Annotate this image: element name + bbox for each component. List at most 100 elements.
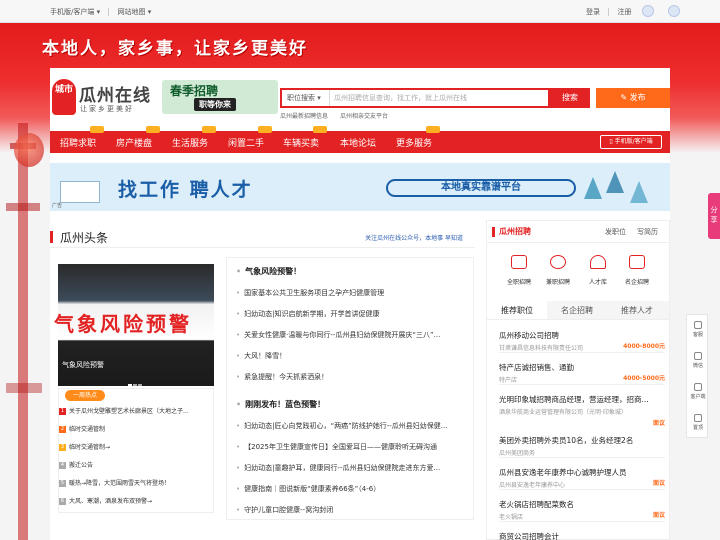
- back-to-top-button[interactable]: 置顶: [687, 414, 709, 431]
- list-item[interactable]: 2 临时交通管制: [59, 424, 213, 433]
- building-icon[interactable]: [629, 255, 645, 269]
- wechat-button[interactable]: 微信: [687, 352, 709, 369]
- job-item[interactable]: 光明印象城招聘商品经理，营运经理，招商... 酒泉华航商业运营管理有限公司（光明…: [499, 394, 665, 427]
- wechat-icon: [694, 352, 702, 360]
- client-app-button[interactable]: 客户端: [687, 383, 709, 400]
- float-label: 置顶: [692, 425, 703, 431]
- parttime-label[interactable]: 兼职招聘: [538, 277, 578, 286]
- spring-recruit-promo[interactable]: 春季招聘 职等你来: [162, 80, 278, 114]
- post-job-link[interactable]: 发职位: [605, 227, 626, 237]
- news-item[interactable]: • 妇幼动态|知识启航新学期，开学首讲促健康: [236, 309, 468, 319]
- nav-item-housing[interactable]: 房产楼盘: [116, 136, 152, 149]
- news-item[interactable]: • 紧急提醒！今天抓紧洒泉！: [236, 372, 468, 382]
- logo-badge[interactable]: 城市: [52, 79, 76, 115]
- tab-recommended-jobs[interactable]: 推荐职位: [487, 301, 547, 319]
- nav-item-cars[interactable]: 车辆买卖: [283, 136, 319, 149]
- headlines-title: 瓜州头条: [60, 231, 109, 245]
- job-item[interactable]: 老火锅店招聘配菜数名 老火锅店 面议: [499, 499, 665, 522]
- list-item[interactable]: 3 临时交通管制→: [59, 442, 213, 451]
- job-item[interactable]: 美团外卖招聘外卖员10名，业务经理2名 瓜州美团商务: [499, 435, 665, 458]
- job-title: 瓜州县安逸老年康养中心诚聘护理人员: [499, 468, 627, 477]
- float-label: 客服: [692, 332, 703, 338]
- news-item[interactable]: • 刚刚发布！蓝色预警！: [236, 399, 468, 410]
- job-item[interactable]: 瓜州县安逸老年康养中心诚聘护理人员 瓜州县安逸老年康养中心 面议: [499, 467, 665, 490]
- bullet-icon: •: [236, 464, 241, 472]
- bullet-icon: •: [236, 506, 241, 514]
- nav-item-services[interactable]: 生活服务: [172, 136, 208, 149]
- bullet-icon: •: [236, 485, 241, 493]
- wechat-login-icon[interactable]: [642, 5, 654, 17]
- carousel-dots[interactable]: [128, 379, 143, 388]
- rank-number: 4: [59, 462, 66, 469]
- bullet-icon: •: [236, 267, 242, 276]
- news-item[interactable]: • 妇幼动态|童趣护耳，健康同行--瓜州县妇幼保健院走进东方爱...: [236, 463, 468, 473]
- news-item[interactable]: • 【2025年卫生健康宣传日】全国爱耳日——健康聆听无碍沟通: [236, 442, 468, 452]
- job-company: 老火锅店: [499, 514, 524, 521]
- nav-badge: [258, 126, 272, 133]
- rank-number: 3: [59, 444, 66, 451]
- carousel-dot[interactable]: [128, 384, 132, 386]
- search-category-select[interactable]: 职位搜索 ▾: [282, 90, 330, 106]
- job-item[interactable]: 商贸公司招聘会计: [499, 531, 665, 540]
- news-item[interactable]: • 气象风险预警！: [236, 266, 468, 277]
- ad-subline: 本地真实靠谱平台: [386, 179, 576, 197]
- recruit-title[interactable]: 瓜州招聘: [499, 226, 531, 237]
- mobile-client-link[interactable]: 手机版/客户端: [50, 8, 94, 16]
- graduate-cap-icon[interactable]: [590, 255, 606, 269]
- news-item[interactable]: • 妇幼动态|匠心向党践初心，“两癌”防线护她行--瓜州县妇幼保健...: [236, 421, 468, 431]
- search-input[interactable]: 瓜州招聘信息查询，找工作，就上瓜州在线: [334, 90, 467, 106]
- list-item[interactable]: 5 暖热→降雪，大范围雨雪天气将登场！: [59, 478, 213, 487]
- recruit-panel: 瓜州招聘 发职位 写简历 全职招聘 兼职招聘 人才库 名企招聘 推荐职位 名企招…: [486, 220, 670, 540]
- clock-icon[interactable]: [550, 255, 566, 269]
- sitemap-link[interactable]: 网站地图: [118, 8, 146, 16]
- tab-recommended-talent[interactable]: 推荐人才: [621, 305, 653, 316]
- briefcase-icon[interactable]: [511, 255, 527, 269]
- divider: [499, 457, 665, 458]
- fulltime-label[interactable]: 全职招聘: [499, 277, 539, 286]
- rank-number: 6: [59, 498, 66, 505]
- nav-item-forum[interactable]: 本地论坛: [340, 136, 376, 149]
- news-item[interactable]: • 守护儿童口腔健康--窝沟封闭: [236, 505, 468, 515]
- top-left-links: 手机版/客户端 ▾ 网站地图 ▾: [50, 8, 152, 16]
- customer-service-button[interactable]: 客服: [687, 321, 709, 338]
- news-item[interactable]: • 关爱女性健康·温暖与你同行--瓜州县妇幼保健院开展庆“三八”...: [236, 330, 468, 340]
- mobile-client-button[interactable]: ▯ 手机版/客户端: [600, 135, 662, 149]
- nav-item-secondhand[interactable]: 闲置二手: [228, 136, 264, 149]
- write-resume-link[interactable]: 写简历: [637, 227, 658, 237]
- hot-link[interactable]: 瓜州相亲交友平台: [340, 111, 388, 120]
- news-item[interactable]: • 国家基本公共卫生服务项目之孕产妇健康管理: [236, 288, 468, 298]
- share-button[interactable]: 分享: [708, 193, 720, 239]
- list-item[interactable]: 4 搬迁公告: [59, 460, 213, 469]
- ad-banner[interactable]: 找工作 聘人才 本地真实靠谱平台 广告: [50, 163, 670, 211]
- carousel-dot[interactable]: [138, 384, 142, 386]
- login-link[interactable]: 登录: [586, 8, 600, 16]
- famous-company-label[interactable]: 名企招聘: [617, 277, 657, 286]
- job-title: 老火锅店招聘配菜数名: [499, 500, 574, 509]
- promo-tag: 职等你来: [194, 98, 236, 111]
- news-title: 妇幼动态|匠心向党践初心，“两癌”防线护她行--瓜州县妇幼保健...: [244, 422, 448, 430]
- job-item[interactable]: 特产店诚招销售、通勤 特产店 4000-5000元: [499, 362, 665, 385]
- talent-pool-label[interactable]: 人才库: [578, 277, 618, 286]
- list-item[interactable]: 6 大风、寒潮，酒泉发布双预警→: [59, 496, 213, 505]
- list-item[interactable]: 1 关于瓜州戈壁雕塑艺术长廊景区（大地之子...: [59, 406, 213, 415]
- news-title: 国家基本公共卫生服务项目之孕产妇健康管理: [244, 289, 385, 297]
- register-link[interactable]: 注册: [617, 8, 631, 16]
- site-name[interactable]: 瓜州在线: [79, 81, 151, 106]
- carousel-dot[interactable]: [133, 384, 137, 386]
- news-item[interactable]: • 大风！降雪！: [236, 351, 468, 361]
- wechat-follow-link[interactable]: 关注瓜州在线公众号，本地事 早知道: [365, 233, 463, 242]
- headset-icon: [694, 321, 702, 329]
- job-title: 特产店诚招销售、通勤: [499, 363, 574, 372]
- search-category-label: 职位搜索: [287, 94, 315, 102]
- headline-carousel[interactable]: 气象风险预警 气象风险预警: [54, 264, 214, 388]
- hot-link[interactable]: 瓜州最新招聘信息: [280, 111, 328, 120]
- nav-item-more[interactable]: 更多服务: [396, 136, 432, 149]
- post-button[interactable]: ✎ 发布: [596, 88, 670, 108]
- tab-famous-companies[interactable]: 名企招聘: [561, 305, 593, 316]
- job-item[interactable]: 瓜州移动公司招聘 甘肃谦昌信息科技有限责任公司 4000-8000元: [499, 330, 665, 353]
- phone-icon: [694, 383, 702, 391]
- news-item[interactable]: • 健康指南｜图说新版“健康素养66条”（4-6）: [236, 484, 468, 494]
- nav-item-jobs[interactable]: 招聘求职: [60, 136, 96, 149]
- search-button[interactable]: 搜索: [550, 88, 590, 108]
- qq-login-icon[interactable]: [668, 5, 680, 17]
